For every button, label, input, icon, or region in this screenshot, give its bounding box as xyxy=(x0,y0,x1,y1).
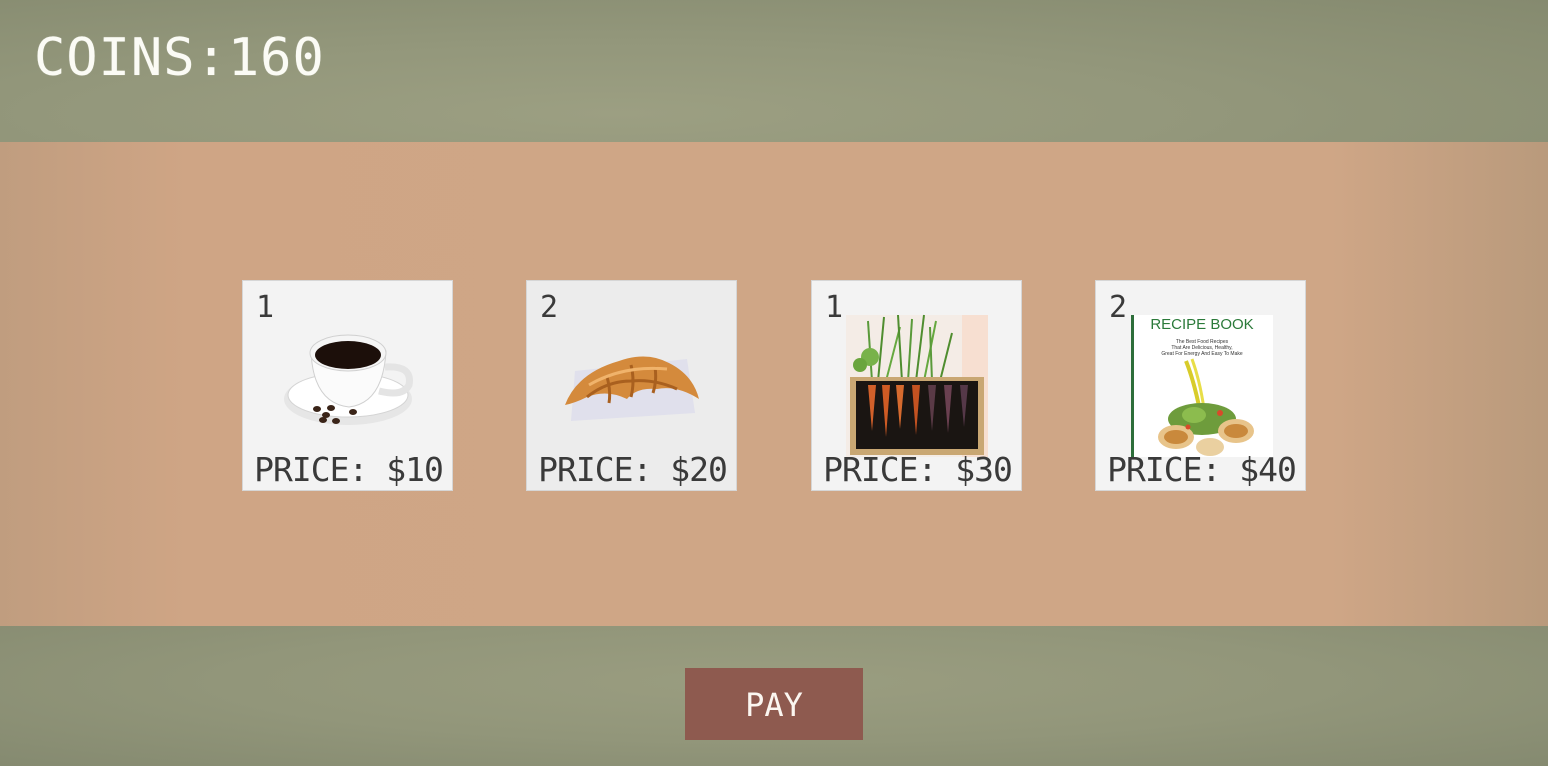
item-quantity: 2 xyxy=(1109,290,1128,325)
shop-panel xyxy=(0,142,1548,626)
shop-item-planter[interactable]: 1 PRICE: $30 xyxy=(811,280,1022,491)
coins-counter: COINS:160 xyxy=(34,28,325,88)
item-price: PRICE: $30 xyxy=(823,450,1013,489)
shop-item-recipe-book[interactable]: RECIPE BOOK The Best Food Recipes That A… xyxy=(1095,280,1306,491)
item-price: PRICE: $40 xyxy=(1107,450,1297,489)
item-quantity: 1 xyxy=(825,290,844,325)
item-price: PRICE: $10 xyxy=(254,450,444,489)
item-price: PRICE: $20 xyxy=(538,450,728,489)
pay-button[interactable]: PAY xyxy=(685,668,863,740)
hud-bar: COINS:160 xyxy=(0,0,1548,142)
shop-item-croissant[interactable]: 2 PRICE: $20 xyxy=(526,280,737,491)
item-quantity: 2 xyxy=(540,290,559,325)
book-cover-subtitle-line: Great For Energy And Easy To Make xyxy=(1161,351,1243,357)
book-cover-title: RECIPE BOOK xyxy=(1150,316,1253,333)
shop-item-coffee[interactable]: 1 PRICE: $10 xyxy=(242,280,453,491)
item-quantity: 1 xyxy=(256,290,275,325)
